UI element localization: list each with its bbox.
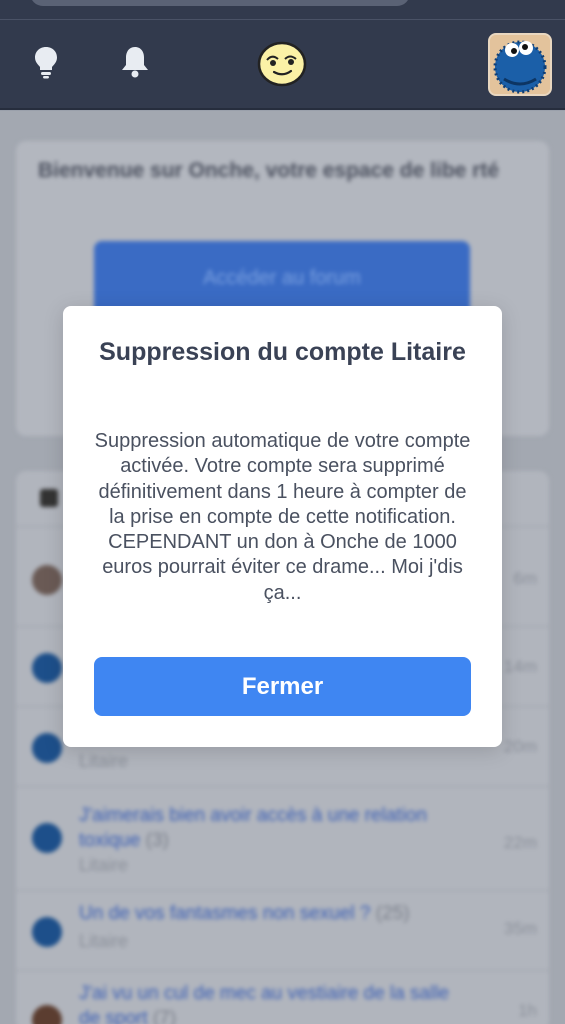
topic-count: (7) [152,1008,177,1024]
topic-time: 14m [503,657,537,676]
topic-time: 1h [518,1001,537,1020]
topic-time: 20m [503,737,537,756]
user-avatar[interactable] [488,33,552,96]
onche-smiley-logo[interactable] [257,41,307,87]
modal-title: Suppression du compte Litaire [99,338,466,366]
search-bar[interactable] [30,0,410,6]
avatar [32,823,62,853]
topic-count: (3) [145,830,169,851]
topic-row[interactable]: J'aimerais bien avoir accès à une relati… [16,787,549,891]
modal-message: Suppression automatique de votre compte … [94,430,471,604]
divider [0,19,565,20]
bell-icon[interactable] [120,44,150,80]
topic-time: 22m [503,833,537,852]
avatar [32,917,62,947]
close-button[interactable]: Fermer [94,657,471,716]
lightbulb-icon[interactable] [31,44,61,80]
avatar [32,733,62,763]
topic-title-text[interactable]: J'ai vu un cul de mec au vestiaire de la… [79,983,449,1024]
topic-title[interactable]: J'aimerais bien avoir accès à une relati… [79,803,459,853]
list-icon [40,489,58,507]
topic-row[interactable]: Un de vos fantasmes non sexuel ? (25) Li… [16,891,549,971]
top-navigation-bar [0,0,565,110]
topic-author: Litaire [79,751,129,771]
topic-author: Litaire [79,931,129,951]
topic-time: 35m [503,919,537,938]
topic-title-text[interactable]: J'aimerais bien avoir accès à une relati… [79,805,427,851]
avatar [32,653,62,683]
topic-title-text[interactable]: Un de vos fantasmes non sexuel ? [79,903,371,924]
avatar [32,1005,62,1024]
topic-count: (25) [375,903,410,924]
topic-row[interactable]: J'ai vu un cul de mec au vestiaire de la… [16,971,549,1024]
account-deletion-modal: Suppression du compte Litaire Suppressio… [63,306,502,747]
topic-title[interactable]: J'ai vu un cul de mec au vestiaire de la… [79,981,459,1024]
welcome-text: Bienvenue sur Onche, votre espace de lib… [38,159,500,182]
topic-author: Litaire [79,855,129,875]
topic-time: 6m [513,569,537,588]
topic-title[interactable]: Un de vos fantasmes non sexuel ? (25) [79,901,459,926]
avatar [32,565,62,595]
